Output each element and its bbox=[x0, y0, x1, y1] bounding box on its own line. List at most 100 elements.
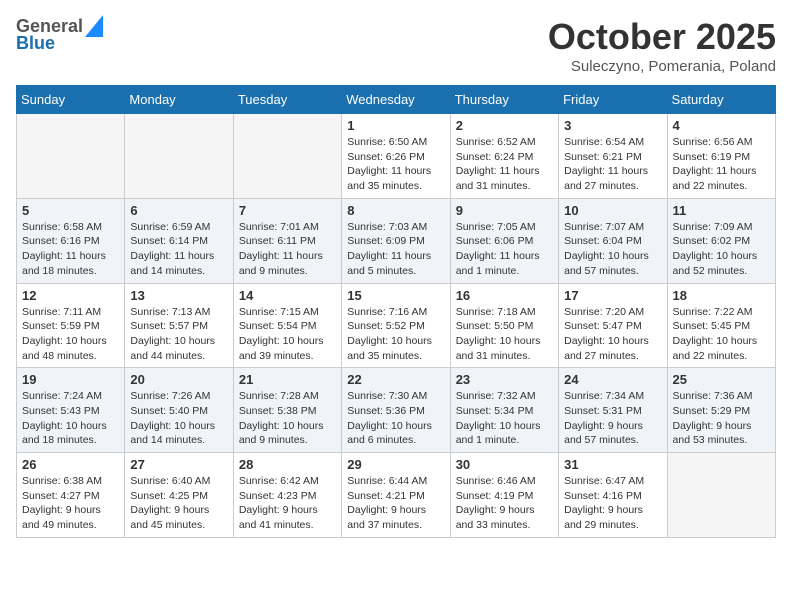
calendar-cell: 10 Sunrise: 7:07 AMSunset: 6:04 PMDayligh… bbox=[559, 198, 667, 283]
day-number: 10 bbox=[564, 203, 661, 218]
day-number: 1 bbox=[347, 118, 444, 133]
logo: General Blue bbox=[16, 16, 103, 54]
day-number: 7 bbox=[239, 203, 336, 218]
calendar-cell: 2 Sunrise: 6:52 AMSunset: 6:24 PMDaylight… bbox=[450, 114, 558, 199]
calendar-cell bbox=[667, 453, 775, 538]
day-number: 19 bbox=[22, 372, 119, 387]
day-number: 6 bbox=[130, 203, 227, 218]
month-title: October 2025 bbox=[548, 16, 776, 58]
day-info: Sunrise: 7:22 AMSunset: 5:45 PMDaylight:… bbox=[673, 305, 770, 364]
day-info: Sunrise: 6:40 AMSunset: 4:25 PMDaylight:… bbox=[130, 474, 227, 533]
day-info: Sunrise: 6:52 AMSunset: 6:24 PMDaylight:… bbox=[456, 135, 553, 194]
day-number: 18 bbox=[673, 288, 770, 303]
day-info: Sunrise: 6:46 AMSunset: 4:19 PMDaylight:… bbox=[456, 474, 553, 533]
day-info: Sunrise: 7:26 AMSunset: 5:40 PMDaylight:… bbox=[130, 389, 227, 448]
day-info: Sunrise: 7:32 AMSunset: 5:34 PMDaylight:… bbox=[456, 389, 553, 448]
day-number: 12 bbox=[22, 288, 119, 303]
calendar-week-row: 26 Sunrise: 6:38 AMSunset: 4:27 PMDayligh… bbox=[17, 453, 776, 538]
day-number: 25 bbox=[673, 372, 770, 387]
calendar-cell: 7 Sunrise: 7:01 AMSunset: 6:11 PMDaylight… bbox=[233, 198, 341, 283]
calendar-week-row: 12 Sunrise: 7:11 AMSunset: 5:59 PMDayligh… bbox=[17, 283, 776, 368]
calendar-week-row: 19 Sunrise: 7:24 AMSunset: 5:43 PMDayligh… bbox=[17, 368, 776, 453]
calendar-cell: 30 Sunrise: 6:46 AMSunset: 4:19 PMDayligh… bbox=[450, 453, 558, 538]
day-number: 26 bbox=[22, 457, 119, 472]
page-header: General Blue October 2025 Suleczyno, Pom… bbox=[16, 16, 776, 75]
calendar-cell: 1 Sunrise: 6:50 AMSunset: 6:26 PMDaylight… bbox=[342, 114, 450, 199]
day-number: 29 bbox=[347, 457, 444, 472]
day-number: 24 bbox=[564, 372, 661, 387]
location-title: Suleczyno, Pomerania, Poland bbox=[548, 58, 776, 75]
day-info: Sunrise: 6:44 AMSunset: 4:21 PMDaylight:… bbox=[347, 474, 444, 533]
day-number: 8 bbox=[347, 203, 444, 218]
calendar-cell: 18 Sunrise: 7:22 AMSunset: 5:45 PMDayligh… bbox=[667, 283, 775, 368]
day-info: Sunrise: 7:30 AMSunset: 5:36 PMDaylight:… bbox=[347, 389, 444, 448]
calendar-cell bbox=[125, 114, 233, 199]
day-info: Sunrise: 7:13 AMSunset: 5:57 PMDaylight:… bbox=[130, 305, 227, 364]
calendar-cell: 3 Sunrise: 6:54 AMSunset: 6:21 PMDaylight… bbox=[559, 114, 667, 199]
calendar-cell: 13Sunrise: 7:13 AMSunset: 5:57 PMDayligh… bbox=[125, 283, 233, 368]
calendar-cell: 14 Sunrise: 7:15 AMSunset: 5:54 PMDayligh… bbox=[233, 283, 341, 368]
day-number: 5 bbox=[22, 203, 119, 218]
calendar-cell: 9 Sunrise: 7:05 AMSunset: 6:06 PMDaylight… bbox=[450, 198, 558, 283]
day-info: Sunrise: 7:28 AMSunset: 5:38 PMDaylight:… bbox=[239, 389, 336, 448]
calendar-cell: 26 Sunrise: 6:38 AMSunset: 4:27 PMDayligh… bbox=[17, 453, 125, 538]
day-info: Sunrise: 7:24 AMSunset: 5:43 PMDaylight:… bbox=[22, 389, 119, 448]
day-number: 27 bbox=[130, 457, 227, 472]
calendar-cell: 22 Sunrise: 7:30 AMSunset: 5:36 PMDayligh… bbox=[342, 368, 450, 453]
day-info: Sunrise: 6:47 AMSunset: 4:16 PMDaylight:… bbox=[564, 474, 661, 533]
calendar-cell bbox=[233, 114, 341, 199]
day-number: 28 bbox=[239, 457, 336, 472]
day-info: Sunrise: 7:15 AMSunset: 5:54 PMDaylight:… bbox=[239, 305, 336, 364]
calendar-table: SundayMondayTuesdayWednesdayThursdayFrid… bbox=[16, 85, 776, 538]
day-info: Sunrise: 6:38 AMSunset: 4:27 PMDaylight:… bbox=[22, 474, 119, 533]
day-info: Sunrise: 6:42 AMSunset: 4:23 PMDaylight:… bbox=[239, 474, 336, 533]
day-info: Sunrise: 7:34 AMSunset: 5:31 PMDaylight:… bbox=[564, 389, 661, 448]
column-header-friday: Friday bbox=[559, 86, 667, 114]
calendar-week-row: 1 Sunrise: 6:50 AMSunset: 6:26 PMDaylight… bbox=[17, 114, 776, 199]
day-info: Sunrise: 7:11 AMSunset: 5:59 PMDaylight:… bbox=[22, 305, 119, 364]
day-number: 14 bbox=[239, 288, 336, 303]
calendar-cell: 5Sunrise: 6:58 AMSunset: 6:16 PMDaylight… bbox=[17, 198, 125, 283]
day-number: 3 bbox=[564, 118, 661, 133]
day-info: Sunrise: 7:07 AMSunset: 6:04 PMDaylight:… bbox=[564, 220, 661, 279]
calendar-cell: 21 Sunrise: 7:28 AMSunset: 5:38 PMDayligh… bbox=[233, 368, 341, 453]
calendar-week-row: 5Sunrise: 6:58 AMSunset: 6:16 PMDaylight… bbox=[17, 198, 776, 283]
calendar-cell: 20 Sunrise: 7:26 AMSunset: 5:40 PMDayligh… bbox=[125, 368, 233, 453]
calendar-cell: 23Sunrise: 7:32 AMSunset: 5:34 PMDayligh… bbox=[450, 368, 558, 453]
day-number: 30 bbox=[456, 457, 553, 472]
calendar-cell: 12 Sunrise: 7:11 AMSunset: 5:59 PMDayligh… bbox=[17, 283, 125, 368]
day-number: 17 bbox=[564, 288, 661, 303]
column-header-sunday: Sunday bbox=[17, 86, 125, 114]
day-number: 2 bbox=[456, 118, 553, 133]
day-info: Sunrise: 7:01 AMSunset: 6:11 PMDaylight:… bbox=[239, 220, 336, 279]
day-info: Sunrise: 7:05 AMSunset: 6:06 PMDaylight:… bbox=[456, 220, 553, 279]
calendar-cell: 28 Sunrise: 6:42 AMSunset: 4:23 PMDayligh… bbox=[233, 453, 341, 538]
day-info: Sunrise: 6:50 AMSunset: 6:26 PMDaylight:… bbox=[347, 135, 444, 194]
day-number: 20 bbox=[130, 372, 227, 387]
column-header-thursday: Thursday bbox=[450, 86, 558, 114]
day-number: 15 bbox=[347, 288, 444, 303]
day-info: Sunrise: 6:54 AMSunset: 6:21 PMDaylight:… bbox=[564, 135, 661, 194]
day-info: Sunrise: 6:59 AMSunset: 6:14 PMDaylight:… bbox=[130, 220, 227, 279]
day-info: Sunrise: 7:18 AMSunset: 5:50 PMDaylight:… bbox=[456, 305, 553, 364]
day-number: 22 bbox=[347, 372, 444, 387]
day-number: 11 bbox=[673, 203, 770, 218]
calendar-cell: 19 Sunrise: 7:24 AMSunset: 5:43 PMDayligh… bbox=[17, 368, 125, 453]
calendar-cell: 4Sunrise: 6:56 AMSunset: 6:19 PMDaylight… bbox=[667, 114, 775, 199]
day-number: 21 bbox=[239, 372, 336, 387]
calendar-cell bbox=[17, 114, 125, 199]
day-number: 16 bbox=[456, 288, 553, 303]
calendar-cell: 6 Sunrise: 6:59 AMSunset: 6:14 PMDaylight… bbox=[125, 198, 233, 283]
calendar-cell: 11Sunrise: 7:09 AMSunset: 6:02 PMDayligh… bbox=[667, 198, 775, 283]
calendar-cell: 25Sunrise: 7:36 AMSunset: 5:29 PMDayligh… bbox=[667, 368, 775, 453]
title-block: October 2025 Suleczyno, Pomerania, Polan… bbox=[548, 16, 776, 75]
calendar-cell: 15 Sunrise: 7:16 AMSunset: 5:52 PMDayligh… bbox=[342, 283, 450, 368]
day-number: 9 bbox=[456, 203, 553, 218]
calendar-cell: 29 Sunrise: 6:44 AMSunset: 4:21 PMDayligh… bbox=[342, 453, 450, 538]
column-header-saturday: Saturday bbox=[667, 86, 775, 114]
calendar-cell: 16 Sunrise: 7:18 AMSunset: 5:50 PMDayligh… bbox=[450, 283, 558, 368]
day-number: 4 bbox=[673, 118, 770, 133]
calendar-cell: 8Sunrise: 7:03 AMSunset: 6:09 PMDaylight… bbox=[342, 198, 450, 283]
day-info: Sunrise: 7:16 AMSunset: 5:52 PMDaylight:… bbox=[347, 305, 444, 364]
calendar-cell: 17Sunrise: 7:20 AMSunset: 5:47 PMDayligh… bbox=[559, 283, 667, 368]
